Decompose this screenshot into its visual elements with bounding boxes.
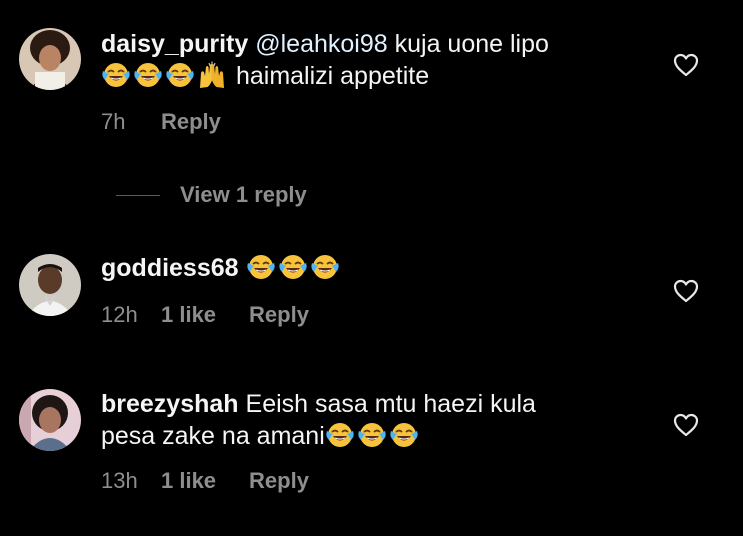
face-with-tears-of-joy-icon: [101, 61, 131, 89]
comment-text-part: Eeish sasa mtu haezi kula: [245, 390, 536, 418]
heart-outline-icon[interactable]: [673, 279, 699, 303]
heart-outline-icon[interactable]: [673, 413, 699, 437]
comment-text: goddiess68: [101, 252, 631, 284]
heart-outline-icon[interactable]: [673, 53, 699, 77]
comment-timestamp: 12h: [101, 302, 138, 327]
comment-username[interactable]: goddiess68: [101, 254, 239, 282]
comment-timestamp: 7h: [101, 109, 126, 134]
comment-mention[interactable]: @leahkoi98: [255, 30, 387, 58]
comment-likes-count[interactable]: 1 like: [161, 468, 216, 494]
reply-button[interactable]: Reply: [161, 109, 221, 135]
face-with-tears-of-joy-icon: [389, 421, 419, 449]
face-with-tears-of-joy-icon: [357, 421, 387, 449]
comment-likes-count[interactable]: 1 like: [161, 302, 216, 328]
divider-line: [116, 194, 160, 196]
face-with-tears-of-joy-icon: [133, 61, 163, 89]
comment-text-part: pesa zake na amani: [101, 422, 325, 450]
avatar[interactable]: [19, 254, 81, 316]
avatar[interactable]: [19, 28, 81, 90]
face-with-tears-of-joy-icon: [165, 61, 195, 89]
face-with-tears-of-joy-icon: [278, 253, 308, 281]
comment-text: daisy_purity @leahkoi98 kuja uone lipo h…: [101, 28, 631, 92]
comment-username[interactable]: daisy_purity: [101, 30, 248, 58]
view-replies-button[interactable]: View 1 reply: [101, 180, 307, 210]
comment-meta: 13h 1 like Reply: [101, 468, 309, 494]
comment-username[interactable]: breezyshah: [101, 390, 239, 418]
face-with-tears-of-joy-icon: [246, 253, 276, 281]
raising-hands-icon: [197, 61, 227, 89]
comment-text: breezyshah Eeish sasa mtu haezi kula pes…: [101, 388, 631, 452]
comment-meta: 12h 1 like Reply: [101, 302, 309, 328]
view-replies-label: View 1 reply: [180, 182, 307, 207]
reply-button[interactable]: Reply: [249, 468, 309, 494]
comment-meta: 7h Reply: [101, 109, 221, 135]
face-with-tears-of-joy-icon: [325, 421, 355, 449]
face-with-tears-of-joy-icon: [310, 253, 340, 281]
comment-text-part: kuja uone lipo: [394, 30, 549, 58]
comment-text-part: haimalizi appetite: [235, 62, 430, 90]
comment-timestamp: 13h: [101, 468, 138, 493]
avatar[interactable]: [19, 389, 81, 451]
reply-button[interactable]: Reply: [249, 302, 309, 328]
